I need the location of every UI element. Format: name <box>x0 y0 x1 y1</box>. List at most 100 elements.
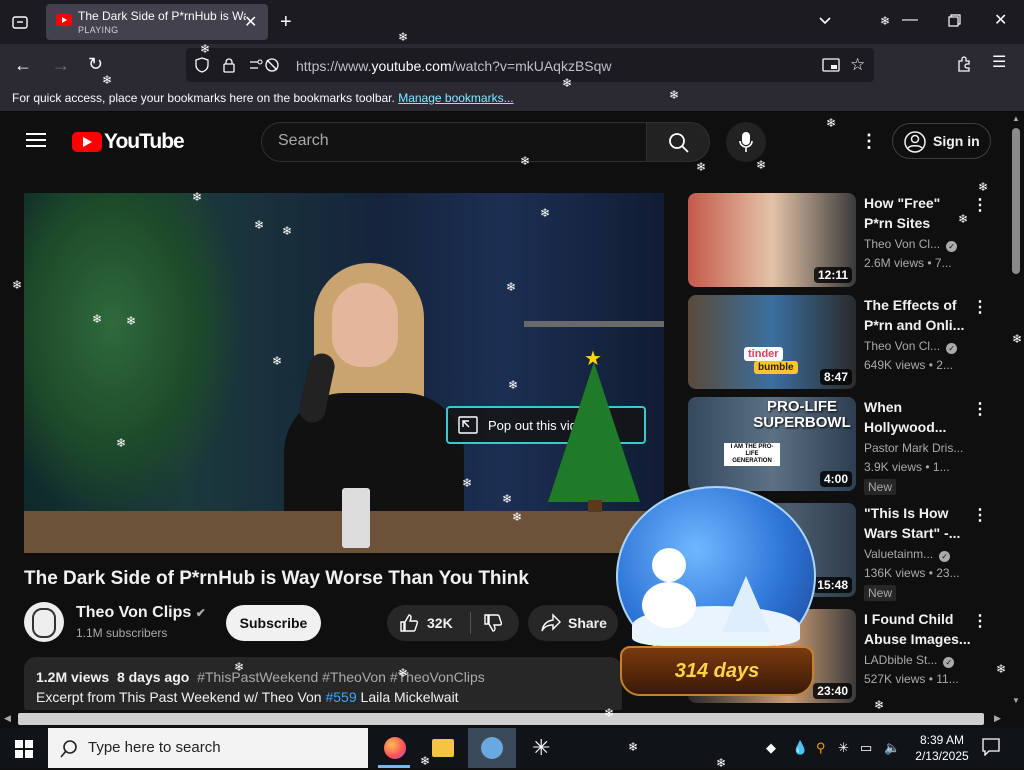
search-input[interactable] <box>278 132 618 150</box>
hashtags[interactable]: #ThisPastWeekend #TheoVon #TheoVonClips <box>197 669 485 685</box>
taskbar-app-active[interactable] <box>468 728 516 768</box>
taskbar-snow-app[interactable]: ✳ <box>520 728 564 768</box>
video-description[interactable]: 1.2M views 8 days ago #ThisPastWeekend #… <box>24 657 622 710</box>
url-domain: youtube.com <box>371 58 452 74</box>
back-icon[interactable]: ← <box>14 56 32 74</box>
episode-link[interactable]: #559 <box>325 689 356 705</box>
clock-date: 2/13/2025 <box>915 749 969 763</box>
scroll-left-icon[interactable]: ◀ <box>4 713 11 724</box>
channel-avatar[interactable] <box>24 602 64 642</box>
rec-thumbnail[interactable]: PRO-LIFE SUPERBOWL I AM THE PRO-LIFE GEN… <box>688 397 856 491</box>
snowman-icon <box>652 548 686 582</box>
share-button[interactable]: Share <box>528 605 618 641</box>
snow-globe-countdown: 314 days <box>612 486 822 700</box>
taskbar-search-box[interactable]: Type here to search <box>48 728 368 768</box>
youtube-play-icon <box>72 132 102 152</box>
rec-channel[interactable]: Pastor Mark Dris... <box>864 441 963 455</box>
tab-list-icon[interactable] <box>12 14 28 34</box>
search-box <box>261 122 647 162</box>
taskbar-firefox[interactable] <box>372 728 416 768</box>
minimize-icon[interactable]: — <box>902 12 918 28</box>
rec-meta: 649K views • 2... <box>864 358 953 372</box>
scrollbar-thumb[interactable] <box>18 713 984 725</box>
browser-nav-bar: ← → ↻ https://www.youtube.com/watch?v=mk… <box>0 44 1024 86</box>
rec-channel[interactable]: Theo Von Cl... ✓ <box>864 339 958 354</box>
lock-icon[interactable] <box>222 57 236 77</box>
rec-item[interactable]: 12:11 How "Free" P*rn Sites Really... Th… <box>688 193 988 289</box>
like-dislike-group: 32K <box>387 605 519 641</box>
rec-item[interactable]: tinder bumble 8:47 The Effects of P*rn a… <box>688 295 988 391</box>
rec-channel[interactable]: Valuetainm... ✓ <box>864 547 951 562</box>
rec-title[interactable]: When Hollywood... <box>864 397 972 437</box>
rec-item[interactable]: PRO-LIFE SUPERBOWL I AM THE PRO-LIFE GEN… <box>688 397 988 495</box>
network-icon[interactable]: ▭ <box>860 740 872 756</box>
rec-title[interactable]: "This Is How Wars Start" -... <box>864 503 972 543</box>
volume-icon[interactable]: 🔈 <box>884 740 900 756</box>
maximize-icon[interactable] <box>948 14 961 31</box>
rec-meta: 527K views • 11... <box>864 672 959 686</box>
taskbar-clock[interactable]: 8:39 AM 2/13/2025 <box>910 732 974 764</box>
subscriber-count: 1.1M subscribers <box>76 626 168 640</box>
days-countdown: 314 days <box>674 660 760 682</box>
chevron-down-icon[interactable] <box>818 14 832 32</box>
url-path: /watch?v=mkUAqkzBSqw <box>451 58 612 74</box>
forward-icon[interactable]: → <box>52 56 70 74</box>
notification-icon[interactable] <box>982 738 1000 761</box>
new-tab-icon[interactable]: + <box>280 12 292 32</box>
rec-channel[interactable]: Theo Von Cl... ✓ <box>864 237 958 252</box>
shelf <box>524 321 664 327</box>
bookmark-star-icon[interactable]: ☆ <box>850 56 865 73</box>
rec-thumbnail[interactable]: 12:11 <box>688 193 856 287</box>
menu-icon[interactable]: ☰ <box>992 55 1006 71</box>
vertical-scrollbar[interactable]: ▲ ▼ <box>1008 112 1024 710</box>
plant-backdrop <box>24 193 244 523</box>
taskbar-file-explorer[interactable] <box>420 728 464 768</box>
permissions-icon[interactable] <box>248 57 284 77</box>
scroll-up-icon[interactable]: ▲ <box>1012 114 1020 123</box>
pip-icon[interactable] <box>822 57 840 77</box>
rec-duration: 12:11 <box>813 267 852 283</box>
shield-icon[interactable] <box>194 57 210 77</box>
rec-meta: 3.9K views • 1... <box>864 460 950 474</box>
horizontal-scrollbar[interactable]: ◀ ▶ <box>0 710 1008 728</box>
search-button[interactable] <box>646 122 710 162</box>
more-vert-icon[interactable]: ⋮ <box>972 297 988 317</box>
close-tab-icon[interactable]: ✕ <box>244 12 257 32</box>
subscribe-button[interactable]: Subscribe <box>226 605 321 641</box>
like-button[interactable]: 32K <box>387 605 470 641</box>
channel-name[interactable]: Theo Von Clips ✔ <box>76 604 206 622</box>
tray-app-icon[interactable]: ◆ <box>766 740 776 756</box>
tray-drop-icon[interactable]: 💧 <box>792 740 808 756</box>
hamburger-icon[interactable] <box>26 132 46 153</box>
rec-meta: 136K views • 23... <box>864 566 960 580</box>
scroll-down-icon[interactable]: ▼ <box>1012 696 1020 705</box>
tab-title: The Dark Side of P*rnHub is Wa <box>78 9 246 23</box>
tray-search-icon[interactable]: ⚲ <box>816 740 826 756</box>
view-count: 1.2M views <box>36 669 110 685</box>
dislike-button[interactable] <box>471 605 519 641</box>
more-vert-icon[interactable]: ⋮ <box>860 131 878 152</box>
rec-thumbnail[interactable]: tinder bumble 8:47 <box>688 295 856 389</box>
reload-icon[interactable]: ↻ <box>88 55 103 73</box>
more-vert-icon[interactable]: ⋮ <box>972 611 988 631</box>
scrollbar-thumb[interactable] <box>1012 128 1020 274</box>
rec-channel[interactable]: LADbible St... ✓ <box>864 653 955 668</box>
url-bar[interactable]: https://www.youtube.com/watch?v=mkUAqkzB… <box>186 48 874 82</box>
tray-snowflake-icon[interactable]: ✳ <box>838 740 849 756</box>
browser-tab[interactable]: The Dark Side of P*rnHub is Wa PLAYING ✕ <box>46 4 268 40</box>
sign-in-button[interactable]: Sign in <box>892 123 991 159</box>
more-vert-icon[interactable]: ⋮ <box>972 195 988 215</box>
url-text[interactable]: https://www.youtube.com/watch?v=mkUAqkzB… <box>296 58 612 74</box>
voice-search-button[interactable] <box>726 122 766 162</box>
rec-title[interactable]: The Effects of P*rn and Onli... <box>864 295 972 335</box>
rec-title[interactable]: I Found Child Abuse Images... <box>864 609 972 649</box>
manage-bookmarks-link[interactable]: Manage bookmarks... <box>398 91 513 105</box>
extensions-icon[interactable] <box>956 56 972 76</box>
more-vert-icon[interactable]: ⋮ <box>972 505 988 525</box>
close-window-icon[interactable]: ✕ <box>994 13 1007 29</box>
start-button[interactable] <box>0 728 48 768</box>
rec-title[interactable]: How "Free" P*rn Sites Really... <box>864 193 972 233</box>
more-vert-icon[interactable]: ⋮ <box>972 399 988 419</box>
scroll-right-icon[interactable]: ▶ <box>994 713 1001 724</box>
snowy-tree-icon <box>722 576 770 632</box>
